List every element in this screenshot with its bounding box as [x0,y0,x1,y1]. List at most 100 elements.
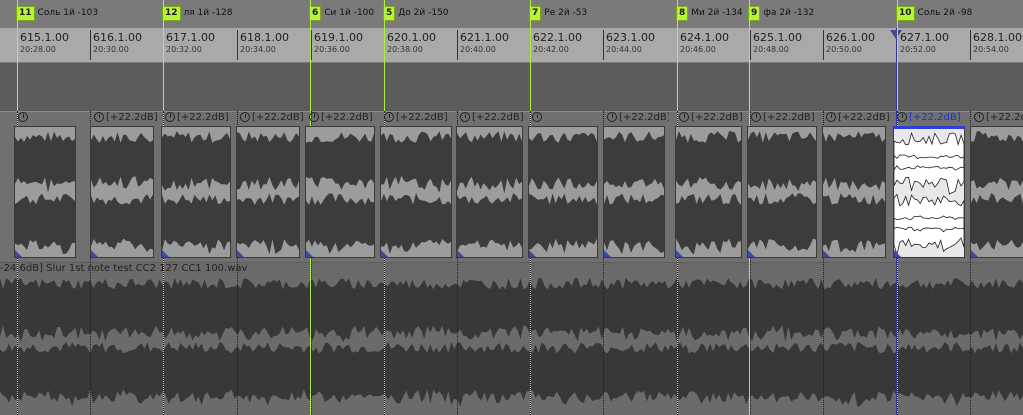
fade-handle-icon[interactable] [460,112,470,122]
waveform-channel [457,131,522,194]
ruler-tick [970,30,971,60]
marker-flag[interactable]: 6 Си 1й -100 [309,5,374,21]
clip-corner-handle[interactable] [676,250,683,257]
clip-corner-handle[interactable] [971,250,978,257]
ruler-time: 20:44.00 [606,45,642,54]
ruler-time: 20:28.00 [20,45,56,54]
clip-waveform [457,131,522,252]
clip-header[interactable]: [+22.2dB] [747,112,821,126]
fade-handle-icon[interactable] [309,112,319,122]
marker-lane: 11 Соль 1й -103 12 ля 1й -128 6 Си 1й -100 5 До… [0,0,1023,29]
audio-clip[interactable] [675,126,742,258]
time-ruler[interactable]: 615.1.00 20:28.00 616.1.00 20:30.00 617.1.00… [0,28,1023,63]
fade-handle-icon[interactable] [532,112,542,122]
fade-handle-icon[interactable] [974,112,984,122]
audio-clip[interactable] [90,126,154,258]
audio-clip[interactable] [893,126,965,258]
clip-header[interactable]: [+22.2dB] [675,112,746,126]
fade-handle-icon[interactable] [897,112,907,122]
clip-corner-handle[interactable] [162,250,169,257]
clip-corner-handle[interactable] [237,250,244,257]
fade-handle-icon[interactable] [384,112,394,122]
clip-waveform [162,131,230,255]
fade-handle-icon[interactable] [607,112,617,122]
audio-track-long-clip[interactable] [0,277,1023,415]
clip-waveform [237,131,299,255]
daw-arrange-view: 11 Соль 1й -103 12 ля 1й -128 6 Си 1й -100 5 До… [0,0,1023,415]
clip-header[interactable] [14,112,80,126]
clip-corner-handle[interactable] [91,250,98,257]
marker-flag[interactable]: 10 Соль 2й -98 [896,5,972,21]
fade-handle-icon[interactable] [679,112,689,122]
clip-corner-handle[interactable] [457,250,464,257]
ruler-tick [311,30,312,60]
clip-header[interactable]: [+22.2dB] [893,112,969,126]
fade-handle-icon[interactable] [240,112,250,122]
clip-header[interactable]: [+22.2dB] [603,112,669,126]
clip-gain-label: [+22.2dB] [396,112,448,123]
clip-corner-handle[interactable] [894,250,901,257]
audio-clip[interactable] [161,126,231,258]
marker-flag[interactable]: 11 Соль 1й -103 [16,5,98,21]
fade-handle-icon[interactable] [18,112,28,122]
fade-handle-icon[interactable] [94,112,104,122]
marker-flag[interactable]: 12 ля 1й -128 [162,5,232,21]
audio-clip[interactable] [456,126,523,258]
audio-clip[interactable] [528,126,598,258]
clip-corner-handle[interactable] [748,250,755,257]
audio-clip[interactable] [603,126,665,258]
marker-flag[interactable]: 7 Ре 2й -53 [529,5,587,21]
track2-clip-name[interactable]: -24.6dB] Slur 1st note test CC2 127 CC1 … [0,263,247,274]
audio-clip[interactable] [380,126,452,258]
ruler-bar-position: 624.1.00 [680,31,729,44]
clip-header[interactable]: [+22.2dB] [822,112,890,126]
marker-flag[interactable]: 9 фа 2й -132 [748,5,814,21]
waveform-channel [15,131,75,193]
waveform-channel [381,131,451,193]
empty-track-lane [0,63,1023,111]
ruler-label: 623.1.00 20:44.00 [606,31,655,56]
clip-header[interactable]: [+22.2dB] [970,112,1023,126]
audio-clip[interactable] [14,126,76,258]
clip-corner-handle[interactable] [306,250,313,257]
marker-number: 5 [383,5,396,21]
ruler-time: 20:42.00 [533,45,569,54]
clip-header[interactable] [528,112,602,126]
clip-corner-handle[interactable] [604,250,611,257]
clip-header[interactable]: [+22.2dB] [305,112,379,126]
clip-waveform [604,131,664,255]
clip-corner-handle[interactable] [381,250,388,257]
clip-header[interactable]: [+22.2dB] [161,112,235,126]
ruler-time: 20:34.00 [240,45,276,54]
waveform-channel [894,193,964,256]
marker-flag[interactable]: 8 Ми 2й -134 [676,5,743,21]
fade-handle-icon[interactable] [751,112,761,122]
clip-header[interactable]: [+22.2dB] [236,112,304,126]
ruler-bar-position: 619.1.00 [314,31,363,44]
ruler-label: 616.1.00 20:30.00 [93,31,142,56]
audio-clip[interactable] [747,126,817,258]
audio-clip[interactable] [970,126,1023,258]
marker-number: 9 [748,5,761,21]
waveform-channel [823,193,885,253]
marker-flag[interactable]: 5 До 2й -150 [383,5,449,21]
ruler-bar-position: 621.1.00 [460,31,509,44]
fade-handle-icon[interactable] [826,112,836,122]
ruler-label: 615.1.00 20:28.00 [20,31,69,56]
clip-corner-handle[interactable] [15,250,22,257]
clip-corner-handle[interactable] [529,250,536,257]
fade-handle-icon[interactable] [165,112,175,122]
audio-clip[interactable] [236,126,300,258]
marker-number: 10 [896,5,915,21]
audio-clip[interactable] [305,126,375,258]
playhead-triangle-icon[interactable] [890,30,902,39]
clip-gain-label: [+22.2dB] [321,112,373,123]
clip-header[interactable]: [+22.2dB] [380,112,456,126]
clip-header[interactable]: [+22.2dB] [456,112,527,126]
clip-corner-handle[interactable] [823,250,830,257]
clip-gain-label: [+22.2dB] [909,112,961,123]
audio-clip[interactable] [822,126,886,258]
ruler-tick [677,30,678,60]
ruler-tick [530,30,531,60]
clip-header[interactable]: [+22.2dB] [90,112,158,126]
